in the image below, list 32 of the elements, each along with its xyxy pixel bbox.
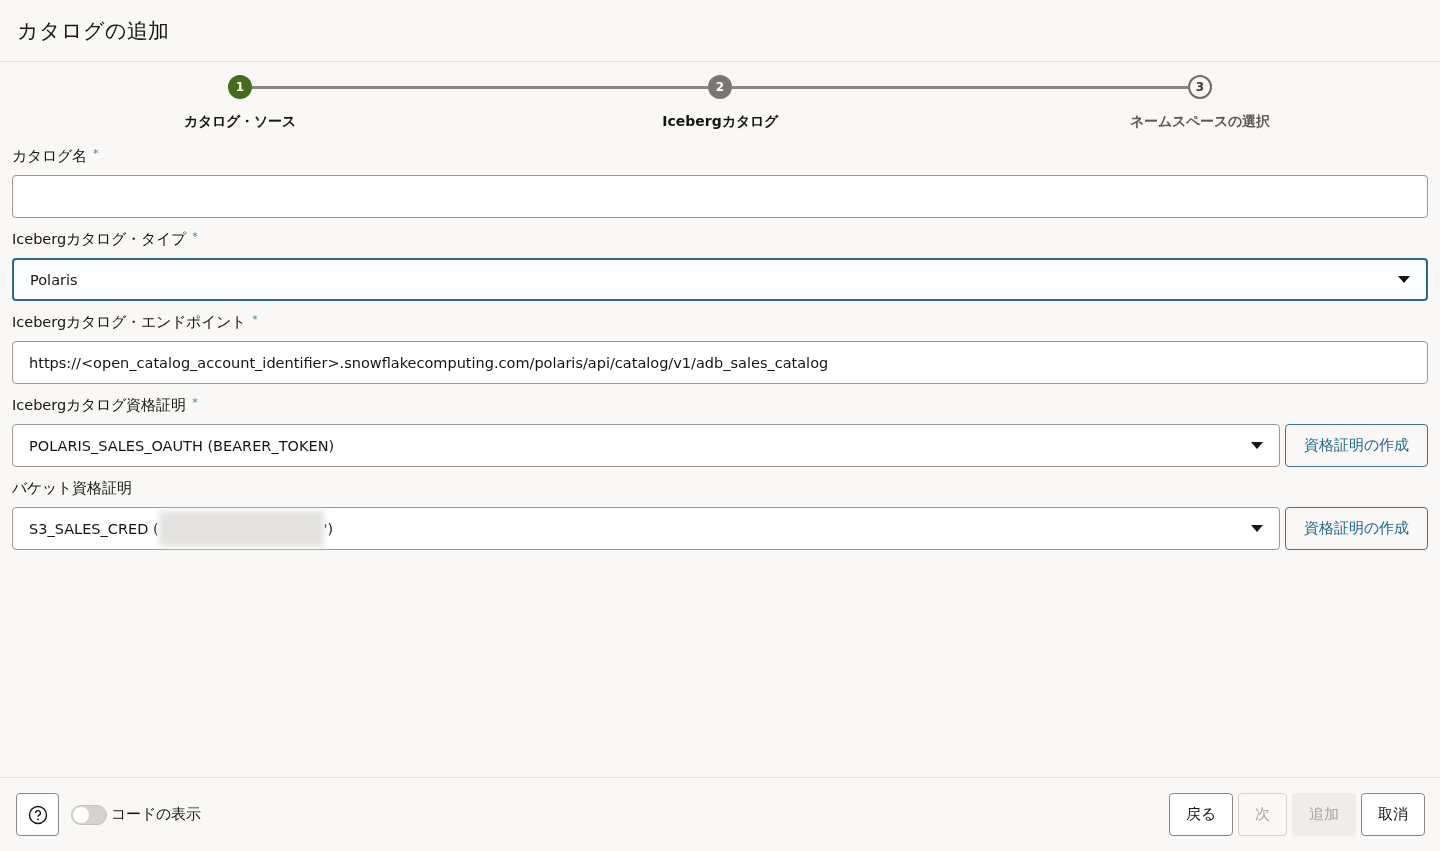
step-number[interactable]: 3 — [1188, 75, 1212, 99]
required-mark: * — [252, 313, 258, 326]
dropdown-caret-icon — [1251, 441, 1263, 450]
input-field[interactable] — [12, 175, 1428, 218]
field-label: バケット資格証明 — [12, 479, 132, 498]
toggle-switch[interactable] — [71, 804, 107, 825]
field-label: Icebergカタログ・エンドポイント — [12, 313, 247, 332]
footer-button[interactable]: 取消 — [1361, 793, 1425, 836]
footer-button[interactable]: 戻る — [1169, 793, 1233, 836]
required-mark: * — [93, 147, 99, 160]
dropdown-caret-icon — [1398, 275, 1410, 284]
create-credential-button[interactable]: 資格証明の作成 — [1285, 424, 1428, 467]
required-mark: * — [192, 396, 198, 409]
help-icon — [27, 804, 48, 825]
field-label: カタログ名 — [12, 147, 87, 166]
toggle-label: コードの表示 — [111, 805, 201, 824]
required-mark: * — [192, 230, 198, 243]
dialog-title: カタログの追加 — [17, 17, 169, 45]
step-number[interactable]: 1 — [228, 75, 252, 99]
select-field[interactable]: POLARIS_SALES_OAUTH (BEARER_TOKEN) — [12, 424, 1280, 467]
step-label: カタログ・ソース — [184, 113, 296, 131]
create-credential-button[interactable]: 資格証明の作成 — [1285, 507, 1428, 550]
dropdown-caret-icon — [1251, 524, 1263, 533]
field-label: Icebergカタログ・タイプ — [12, 230, 187, 249]
select-field[interactable]: S3_SALES_CRED ( ') — [12, 507, 1280, 550]
field-label: Icebergカタログ資格証明 — [12, 396, 187, 415]
step-label: Icebergカタログ — [662, 113, 778, 131]
select-field[interactable]: Polaris — [12, 258, 1428, 301]
help-button[interactable] — [16, 793, 59, 836]
step-number[interactable]: 2 — [708, 75, 732, 99]
step-label: ネームスペースの選択 — [1130, 113, 1270, 131]
input-field[interactable]: https://<open_catalog_account_identifier>.snowflakecomputing.com/polaris/api/catalog/v1/adb_sales_catalog — [12, 341, 1428, 384]
